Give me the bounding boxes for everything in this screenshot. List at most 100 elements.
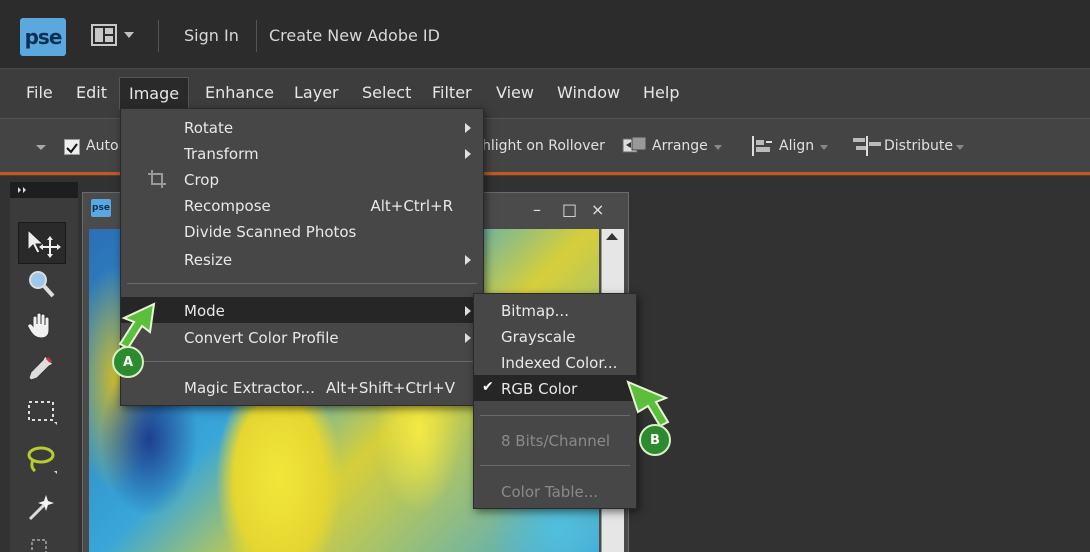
menu-item-label: Divide Scanned Photos (184, 223, 357, 241)
menu-item-label: Color Table... (501, 483, 599, 501)
minimize-button[interactable]: – (533, 200, 541, 219)
zoom-tool[interactable] (18, 264, 64, 304)
menu-edit[interactable]: Edit (74, 83, 109, 102)
submenu-arrow-icon (465, 333, 471, 343)
lasso-icon (27, 446, 57, 474)
sign-in-link[interactable]: Sign In (184, 26, 239, 45)
create-adobe-id-link[interactable]: Create New Adobe ID (269, 26, 440, 45)
distribute-icon[interactable] (852, 136, 882, 160)
menu-item-label: Indexed Color... (501, 354, 618, 372)
close-button[interactable]: × (591, 200, 604, 219)
menu-enhance[interactable]: Enhance (203, 83, 276, 102)
hand-icon (27, 312, 50, 339)
top-bar: pse Sign In Create New Adobe ID (0, 0, 1090, 68)
arrange-dropdown-icon[interactable] (714, 145, 722, 150)
quick-selection-tool[interactable] (18, 528, 64, 552)
menu-item-convert-color-profile[interactable]: Convert Color Profile (121, 324, 483, 350)
menu-item-grayscale[interactable]: Grayscale (474, 323, 636, 349)
menu-item-label: Crop (184, 171, 220, 189)
rectangular-marquee-icon (28, 401, 57, 425)
maximize-button[interactable]: □ (562, 200, 577, 219)
arrange-icon[interactable] (622, 136, 650, 160)
menu-item-label: Bitmap... (501, 302, 569, 320)
menu-file[interactable]: File (24, 83, 55, 102)
magnifier-icon (29, 271, 55, 298)
menu-item-8-bits-channel: 8 Bits/Channel (474, 427, 636, 453)
menu-filter[interactable]: Filter (430, 83, 474, 102)
menu-separator (480, 415, 630, 416)
align-dropdown-icon[interactable] (820, 145, 828, 150)
move-arrow-icon (27, 228, 61, 258)
divider (256, 20, 257, 52)
menu-select[interactable]: Select (360, 83, 413, 102)
menu-separator (127, 283, 477, 284)
menu-help[interactable]: Help (641, 83, 681, 102)
image-menu: Rotate Transform Crop Recompose Alt+Ctrl… (120, 108, 484, 406)
menu-view[interactable]: View (494, 83, 536, 102)
mode-submenu: Bitmap... Grayscale Indexed Color... ✔ R… (473, 293, 637, 509)
app-logo: pse (20, 18, 66, 56)
hand-tool[interactable] (18, 306, 64, 346)
eyedropper-tool[interactable] (18, 348, 64, 388)
menu-item-label: RGB Color (501, 380, 578, 398)
auto-select-label: Auto (86, 138, 119, 154)
menu-separator (127, 361, 477, 362)
callout-b: B (639, 424, 671, 456)
menu-item-indexed-color[interactable]: Indexed Color... (474, 349, 636, 375)
scroll-up-icon[interactable] (606, 233, 618, 240)
align-button[interactable]: Align (779, 138, 814, 154)
expand-icon[interactable] (15, 183, 31, 197)
magic-wand-tool[interactable] (18, 486, 64, 526)
menu-item-label: Rotate (184, 119, 234, 137)
distribute-dropdown-icon[interactable] (956, 145, 964, 150)
menu-item-crop[interactable]: Crop (121, 166, 483, 192)
submenu-arrow-icon (465, 255, 471, 265)
menu-item-label: Recompose (184, 197, 271, 215)
arrange-button[interactable]: Arrange (652, 138, 708, 154)
menu-item-rotate[interactable]: Rotate (121, 114, 483, 140)
checkmark-icon: ✔ (482, 379, 494, 395)
highlight-rollover-label[interactable]: hlight on Rollover (482, 138, 605, 154)
marquee-tool[interactable] (18, 392, 64, 432)
menu-item-rgb-color[interactable]: ✔ RGB Color (474, 375, 636, 401)
menu-item-color-table: Color Table... (474, 478, 636, 504)
menu-item-label: Transform (184, 145, 259, 163)
menu-window[interactable]: Window (555, 83, 622, 102)
menu-image[interactable]: Image (119, 77, 190, 109)
layout-icon[interactable] (91, 24, 117, 46)
menu-item-resize[interactable]: Resize (121, 246, 483, 272)
menu-item-label: Grayscale (501, 328, 576, 346)
divider (158, 20, 159, 52)
menu-separator (480, 465, 630, 466)
toolbox-header[interactable] (10, 182, 78, 198)
app-window: pse Sign In Create New Adobe ID File Edi… (0, 0, 1090, 552)
submenu-arrow-icon (465, 149, 471, 159)
menu-shortcut: Alt+Ctrl+R (370, 197, 453, 215)
menu-item-divide-scanned-photos[interactable]: Divide Scanned Photos (121, 218, 483, 244)
menu-item-recompose[interactable]: Recompose Alt+Ctrl+R (121, 192, 483, 218)
magic-wand-icon (28, 495, 54, 521)
lasso-tool[interactable] (18, 440, 64, 480)
callout-a: A (112, 346, 144, 378)
menu-item-label: Convert Color Profile (184, 329, 339, 347)
move-tool[interactable] (18, 222, 66, 264)
menu-item-label: Resize (184, 251, 233, 269)
tool-preset-dropdown-icon[interactable] (36, 145, 46, 150)
submenu-arrow-icon (465, 123, 471, 133)
submenu-arrow-icon (465, 306, 471, 316)
document-app-icon: pse (91, 199, 111, 217)
menu-item-transform[interactable]: Transform (121, 140, 483, 166)
menu-layer[interactable]: Layer (292, 83, 341, 102)
brush-selection-icon (31, 539, 47, 552)
auto-select-checkbox[interactable] (64, 139, 80, 155)
menu-item-label: 8 Bits/Channel (501, 432, 611, 450)
menu-item-bitmap[interactable]: Bitmap... (474, 297, 636, 323)
crop-icon (147, 169, 167, 193)
menu-item-mode[interactable]: Mode (121, 297, 483, 323)
menu-shortcut: Alt+Shift+Ctrl+V (325, 379, 455, 397)
align-icon[interactable] (750, 136, 778, 160)
menu-item-magic-extractor[interactable]: Magic Extractor... Alt+Shift+Ctrl+V (121, 374, 483, 400)
eyedropper-icon (28, 355, 54, 381)
distribute-button[interactable]: Distribute (884, 138, 953, 154)
layout-dropdown-icon[interactable] (124, 32, 134, 38)
